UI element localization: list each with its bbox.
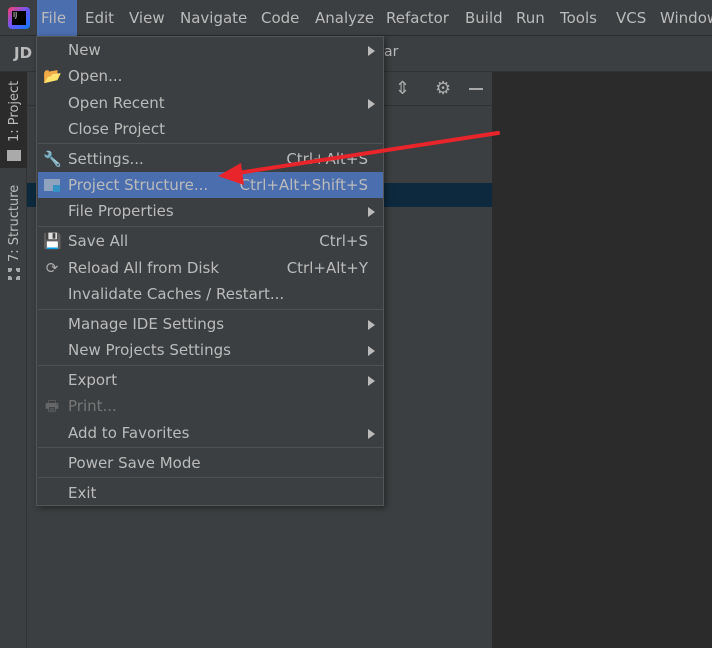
annotation-arrow xyxy=(218,131,500,185)
